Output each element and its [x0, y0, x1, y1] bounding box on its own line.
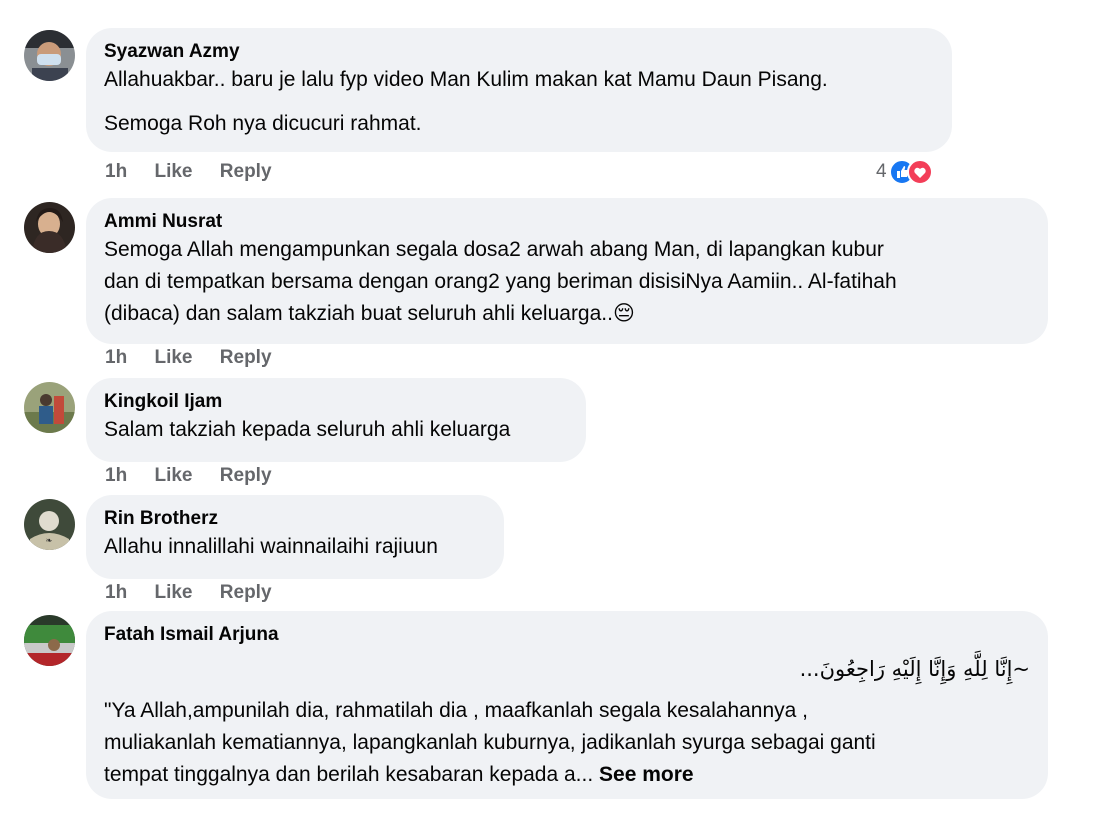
reaction-count: 4	[876, 161, 887, 182]
avatar[interactable]	[24, 202, 75, 253]
like-button[interactable]: Like	[154, 465, 192, 486]
author-name[interactable]: Kingkoil Ijam	[104, 390, 568, 414]
comment-bubble: Rin Brotherz Allahu innalillahi wainnail…	[86, 495, 504, 579]
svg-text:❧: ❧	[46, 536, 53, 545]
avatar[interactable]: ❧	[24, 499, 75, 550]
comment-text: muliakanlah kematiannya, lapangkanlah ku…	[104, 731, 876, 754]
like-button[interactable]: Like	[154, 347, 192, 368]
arabic-text: ~إِنَّا لِلَّهِ وَإِنَّا إِلَيْهِ رَاجِع…	[799, 657, 1030, 681]
timestamp[interactable]: 1h	[105, 347, 127, 368]
author-name[interactable]: Syazwan Azmy	[104, 40, 934, 64]
comment-text: "Ya Allah,ampunilah dia, rahmatilah dia …	[104, 699, 809, 722]
see-more-link[interactable]: See more	[599, 763, 694, 786]
comment-text: dan di tempatkan bersama dengan orang2 y…	[104, 270, 897, 293]
reply-button[interactable]: Reply	[220, 465, 272, 486]
comment-text: tempat tinggalnya dan berilah kesabaran …	[104, 759, 1030, 791]
comment-text: Allahu innalillahi wainnailaihi rajiuun	[104, 535, 438, 558]
avatar[interactable]	[24, 615, 75, 666]
like-button[interactable]: Like	[154, 161, 192, 182]
author-name[interactable]: Ammi Nusrat	[104, 210, 1030, 234]
comment-actions: 1h Like Reply	[105, 582, 294, 604]
reply-button[interactable]: Reply	[220, 347, 272, 368]
pensive-emoji: 😔	[612, 302, 635, 325]
comment-text: Semoga Allah mengampunkan segala dosa2 a…	[104, 238, 884, 261]
avatar[interactable]	[24, 382, 75, 433]
timestamp[interactable]: 1h	[105, 161, 127, 182]
comment-bubble: Ammi Nusrat Semoga Allah mengampunkan se…	[86, 198, 1048, 344]
comment-text-line: (dibaca) dan salam takziah buat seluruh …	[104, 302, 613, 325]
reply-button[interactable]: Reply	[220, 582, 272, 603]
comment-bubble: Kingkoil Ijam Salam takziah kepada selur…	[86, 378, 586, 462]
comment-text-line: tempat tinggalnya dan berilah kesabaran …	[104, 763, 594, 786]
comment-bubble: Syazwan Azmy Allahuakbar.. baru je lalu …	[86, 28, 952, 152]
love-reaction-icon	[906, 159, 933, 185]
avatar[interactable]	[24, 30, 75, 81]
comment-text: Salam takziah kepada seluruh ahli keluar…	[104, 418, 511, 441]
comment-bubble: Fatah Ismail Arjuna ~إِنَّا لِلَّهِ وَإِ…	[86, 611, 1048, 799]
comment-text: Allahuakbar.. baru je lalu fyp video Man…	[104, 68, 828, 91]
reply-button[interactable]: Reply	[220, 161, 272, 182]
like-button[interactable]: Like	[154, 582, 192, 603]
comment-text: (dibaca) dan salam takziah buat seluruh …	[104, 298, 1030, 330]
comment-actions: 1h Like Reply	[105, 161, 294, 183]
author-name[interactable]: Fatah Ismail Arjuna	[104, 623, 1030, 647]
timestamp[interactable]: 1h	[105, 465, 127, 486]
timestamp[interactable]: 1h	[105, 582, 127, 603]
comment-actions: 1h Like Reply	[105, 465, 294, 487]
comment-text: Semoga Roh nya dicucuri rahmat.	[104, 112, 422, 135]
reaction-summary[interactable]: 4	[876, 159, 933, 185]
author-name[interactable]: Rin Brotherz	[104, 507, 486, 531]
comment-actions: 1h Like Reply	[105, 347, 294, 369]
